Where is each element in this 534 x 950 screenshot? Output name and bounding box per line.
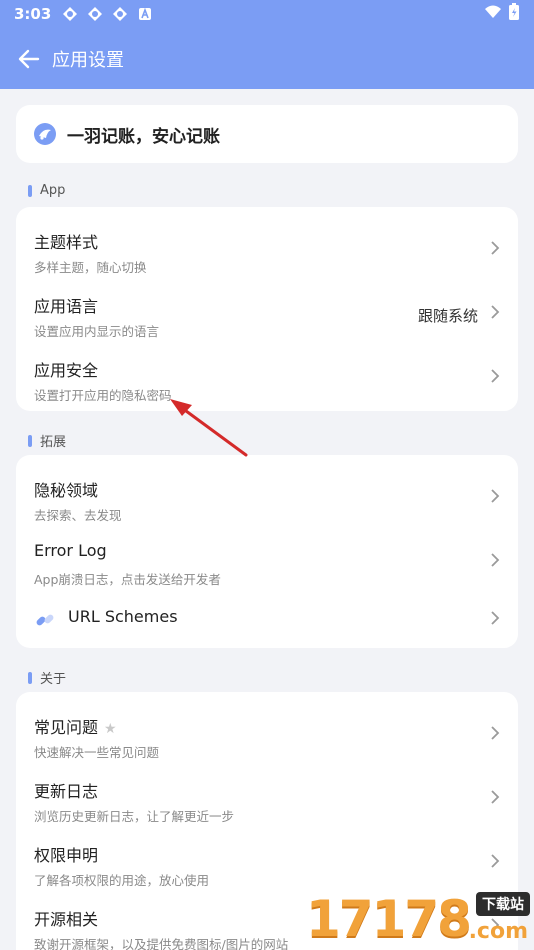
- setting-title: 应用语言: [34, 297, 99, 316]
- setting-title: Error Log: [34, 541, 107, 560]
- app-notification-icon: [136, 6, 153, 23]
- setting-title: URL Schemes: [68, 607, 178, 626]
- setting-language[interactable]: 应用语言 设置应用内显示的语言 跟随系统: [16, 277, 518, 341]
- setting-title: 权限申明: [34, 846, 99, 865]
- section-label-about: 关于: [28, 668, 66, 687]
- chevron-right-icon: [491, 553, 500, 567]
- app-bar: 应用设置: [0, 28, 534, 89]
- setting-error-log[interactable]: Error Log App崩溃日志，点击发送给开发者: [16, 525, 518, 589]
- setting-title: 应用安全: [34, 361, 99, 380]
- status-time: 3:03: [14, 5, 52, 23]
- setting-security[interactable]: 应用安全 设置打开应用的隐私密码: [16, 341, 518, 405]
- notification-icon: [61, 6, 78, 23]
- watermark-suffix: .com: [468, 919, 528, 944]
- section-marker: [28, 184, 32, 197]
- setting-subtitle: 致谢开源框架，以及提供免费图标/图片的网站: [34, 937, 289, 950]
- app-settings-card: 主题样式 多样主题，随心切换 应用语言 设置应用内显示的语言 跟随系统 应用安全…: [16, 207, 518, 411]
- setting-subtitle: 了解各项权限的用途，放心使用: [34, 873, 210, 888]
- chevron-right-icon: [491, 726, 500, 740]
- slogan-text: 一羽记账，安心记账: [67, 126, 220, 147]
- chevron-right-icon: [491, 489, 500, 503]
- page-title: 应用设置: [52, 49, 124, 71]
- setting-permissions[interactable]: 权限申明 了解各项权限的用途，放心使用: [16, 826, 518, 890]
- watermark-number: 17178: [306, 890, 472, 948]
- setting-subtitle: 去探索、去发现: [34, 508, 122, 523]
- setting-subtitle: 快速解决一些常见问题: [34, 745, 160, 760]
- setting-faq[interactable]: 常见问题 ★ 快速解决一些常见问题: [16, 698, 518, 762]
- setting-title: 开源相关: [34, 910, 99, 929]
- section-marker: [28, 671, 32, 684]
- arrow-left-icon: [18, 49, 40, 68]
- setting-url-schemes[interactable]: URL Schemes: [16, 589, 518, 647]
- setting-title: 主题样式: [34, 233, 99, 252]
- slogan-card: 一羽记账，安心记账: [16, 105, 518, 163]
- wifi-icon: [484, 5, 502, 23]
- watermark-badge: 下载站: [476, 892, 530, 916]
- star-icon: ★: [104, 721, 117, 737]
- chevron-right-icon: [491, 369, 500, 383]
- setting-title: 常见问题 ★: [34, 714, 117, 738]
- setting-secret-realm[interactable]: 隐秘领域 去探索、去发现: [16, 461, 518, 525]
- section-label-extend: 拓展: [28, 431, 66, 450]
- setting-subtitle: 设置打开应用的隐私密码: [34, 388, 172, 403]
- section-marker: [28, 434, 32, 447]
- chevron-right-icon: [491, 611, 500, 625]
- section-title: App: [40, 183, 66, 198]
- notification-icon: [111, 6, 128, 23]
- setting-changelog[interactable]: 更新日志 浏览历史更新日志，让了解更近一步: [16, 762, 518, 826]
- status-bar: 3:03: [0, 0, 534, 28]
- battery-icon: [508, 3, 520, 25]
- setting-subtitle: 多样主题，随心切换: [34, 260, 147, 275]
- link-icon: [36, 614, 54, 626]
- setting-theme[interactable]: 主题样式 多样主题，随心切换: [16, 213, 518, 277]
- notification-icon: [86, 6, 103, 23]
- faq-title: 常见问题: [34, 718, 99, 737]
- app-logo-icon: [34, 123, 56, 145]
- chevron-right-icon: [491, 790, 500, 804]
- setting-subtitle: 设置应用内显示的语言: [34, 324, 160, 339]
- setting-title: 更新日志: [34, 782, 99, 801]
- section-title: 关于: [40, 672, 67, 687]
- setting-title: 隐秘领域: [34, 481, 99, 500]
- setting-value: 跟随系统: [417, 307, 478, 325]
- back-button[interactable]: [14, 44, 44, 74]
- setting-subtitle: App崩溃日志，点击发送给开发者: [34, 572, 221, 587]
- chevron-right-icon: [491, 854, 500, 868]
- chevron-right-icon: [491, 241, 500, 255]
- watermark: 17178 下载站 .com: [306, 888, 534, 950]
- section-title: 拓展: [40, 435, 67, 450]
- chevron-right-icon: [491, 305, 500, 319]
- extend-card: 隐秘领域 去探索、去发现 Error Log App崩溃日志，点击发送给开发者 …: [16, 455, 518, 648]
- section-label-app: App: [28, 183, 65, 198]
- setting-subtitle: 浏览历史更新日志，让了解更近一步: [34, 809, 235, 824]
